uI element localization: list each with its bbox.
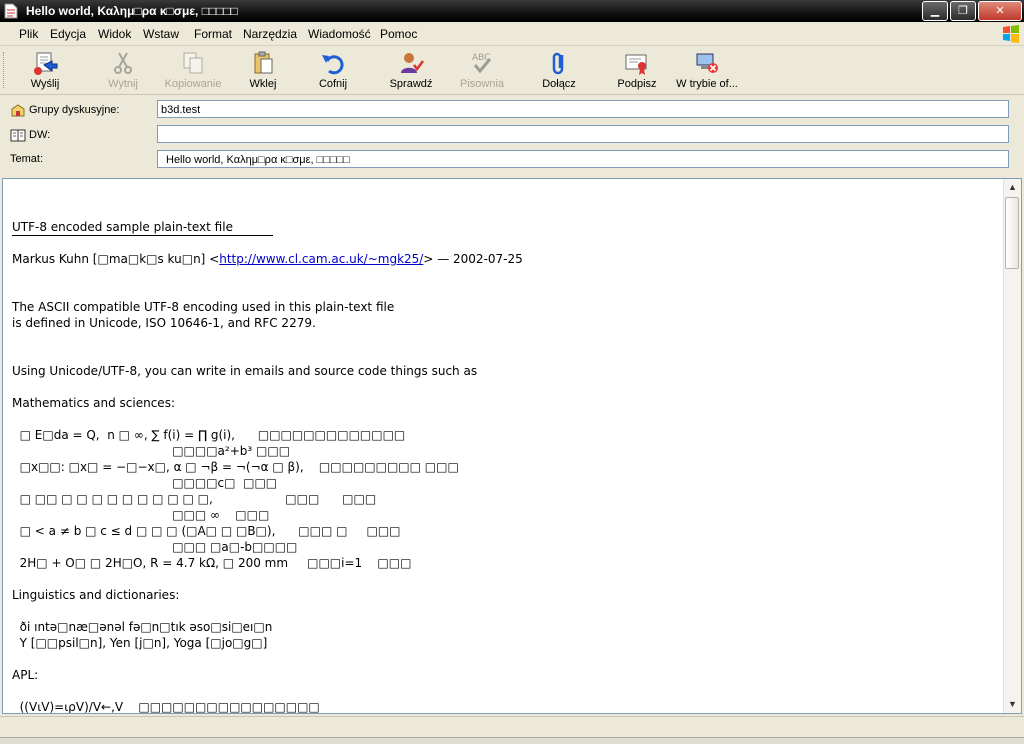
author-link[interactable]: http://www.cl.cam.ac.uk/~mgk25/ <box>219 252 423 266</box>
scroll-down-arrow-icon[interactable]: ▼ <box>1004 696 1021 713</box>
ling-line-2: Y [□□psil□n], Yen [j□n], Yoga [□jo□g□] <box>12 636 268 650</box>
menu-message[interactable]: Wiadomość <box>308 27 371 41</box>
body-heading-apl: APL: <box>12 668 39 682</box>
sign-button[interactable]: Podpisz <box>602 49 672 93</box>
body-line-ascii-2: is defined in Unicode, ISO 10646-1, and … <box>12 316 316 330</box>
body-heading-linguistics: Linguistics and dictionaries: <box>12 588 180 602</box>
subject-row: Temat: Hello world, Καλημ□ρα κ□σμε, □□□□… <box>0 148 1024 172</box>
body-line-ascii-1: The ASCII compatible UTF-8 encoding used… <box>12 300 395 314</box>
subject-label: Temat: <box>10 153 44 165</box>
math-line-4: □□□□c□ □□□ <box>12 476 278 490</box>
math-line-1: □ E□da = Q, n □ ∞, ∑ f(i) = ∏ g(i), □□□□… <box>12 428 406 442</box>
newsgroups-icon <box>11 104 25 117</box>
windows-logo-icon <box>1003 25 1019 43</box>
newsgroups-label[interactable]: Grupy dyskusyjne: <box>10 103 119 117</box>
body-title: UTF-8 encoded sample plain-text file <box>12 219 273 236</box>
taskbar-edge <box>0 737 1024 744</box>
math-line-7: □ < a ≠ b □ c ≤ d □ □ □ (□A□ □ □B□), □□□… <box>12 524 401 538</box>
message-headers: Grupy dyskusyjne: b3d.test DW: Temat: He… <box>0 95 1024 175</box>
paste-button[interactable]: Wklej <box>228 49 298 93</box>
address-book-icon <box>10 129 26 142</box>
menu-help[interactable]: Pomoc <box>380 27 417 41</box>
undo-button[interactable]: Cofnij <box>298 49 368 93</box>
apl-line-1: ((V⍳V)=⍳⍴V)/V←,V □□□□□□□□□□□□□□□□ <box>12 700 320 714</box>
status-bar <box>0 716 1024 744</box>
title-bar: Hello world, Καλημ□ρα κ□σμε, □□□□□ ▁ ❐ ✕ <box>0 0 1024 22</box>
math-line-3: □x□□: □x□ = −□−x□, α □ ¬β = ¬(¬α □ β), □… <box>12 460 459 474</box>
subject-input[interactable]: Hello world, Καλημ□ρα κ□σμε, □□□□□ <box>157 150 1009 168</box>
author-prefix: Markus Kuhn [□ma□k□s ku□n] < <box>12 252 220 266</box>
vertical-scrollbar[interactable]: ▲ ▼ <box>1003 179 1021 713</box>
menu-edit[interactable]: Edycja <box>50 27 86 41</box>
menu-format[interactable]: Format <box>194 27 232 41</box>
menu-view[interactable]: Widok <box>98 27 131 41</box>
toolbar-grip[interactable] <box>3 52 7 88</box>
copy-icon <box>183 52 203 74</box>
window-controls: ▁ ❐ ✕ <box>920 1 1022 21</box>
send-button[interactable]: Wyślij <box>10 49 80 93</box>
scroll-up-arrow-icon[interactable]: ▲ <box>1004 179 1021 196</box>
cc-input[interactable] <box>157 125 1009 143</box>
author-suffix: > — 2002-07-25 <box>423 252 523 266</box>
newsgroups-input[interactable]: b3d.test <box>157 100 1009 118</box>
close-button[interactable]: ✕ <box>978 1 1022 21</box>
undo-icon <box>322 55 344 75</box>
spelling-icon: ABC <box>472 53 492 74</box>
newsgroups-row: Grupy dyskusyjne: b3d.test <box>0 98 1024 122</box>
message-text[interactable]: UTF-8 encoded sample plain-text file Mar… <box>12 187 997 714</box>
math-line-6: □□□ ∞ □□□ <box>12 508 270 522</box>
menu-insert[interactable]: Wstaw <box>143 27 179 41</box>
cut-button[interactable]: Wytnij <box>88 49 158 93</box>
message-body-editor[interactable]: UTF-8 encoded sample plain-text file Mar… <box>2 178 1022 714</box>
cc-row: DW: <box>0 123 1024 147</box>
scroll-thumb[interactable] <box>1005 197 1019 269</box>
body-line-using: Using Unicode/UTF-8, you can write in em… <box>12 364 478 378</box>
math-line-8: □□□ □a□-b□□□□ <box>12 540 298 554</box>
copy-button[interactable]: Kopiowanie <box>158 49 228 93</box>
toolbar: Wyślij Wytnij Kopiowanie Wklej Cofnij Sp… <box>0 46 1024 95</box>
check-names-icon <box>401 53 424 73</box>
work-offline-button[interactable]: W trybie of... <box>672 49 742 93</box>
menu-file[interactable]: Plik <box>19 27 38 41</box>
attach-button[interactable]: Dołącz <box>524 49 594 93</box>
menu-bar: Plik Edycja Widok Wstaw Format Narzędzia… <box>0 23 1024 46</box>
body-heading-math: Mathematics and sciences: <box>12 396 175 410</box>
send-icon <box>34 52 58 75</box>
math-line-2: □□□□a²+b³ □□□ <box>12 444 291 458</box>
menu-tools[interactable]: Narzędzia <box>243 27 297 41</box>
check-names-button[interactable]: Sprawdź <box>376 49 446 93</box>
math-line-5: □ □□ □ □ □ □ □ □ □ □ □ □, □□□ □□□ <box>12 492 377 506</box>
maximize-button[interactable]: ❐ <box>950 1 976 21</box>
offline-icon <box>696 53 718 73</box>
document-icon <box>4 3 18 19</box>
certificate-icon <box>625 54 647 75</box>
spelling-button[interactable]: ABC Pisownia <box>447 49 517 93</box>
window-title: Hello world, Καλημ□ρα κ□σμε, □□□□□ <box>26 4 238 18</box>
cc-label[interactable]: DW: <box>10 128 50 142</box>
paste-icon <box>254 51 273 74</box>
math-line-9: 2H□ + O□ □ 2H□O, R = 4.7 kΩ, □ 200 mm □□… <box>12 556 412 570</box>
paperclip-icon <box>552 52 564 75</box>
ling-line-1: ði ıntə□næ□ənəl fə□n□tık əso□si□eı□n <box>12 620 273 634</box>
scissors-icon <box>114 52 132 74</box>
minimize-button[interactable]: ▁ <box>922 1 948 21</box>
